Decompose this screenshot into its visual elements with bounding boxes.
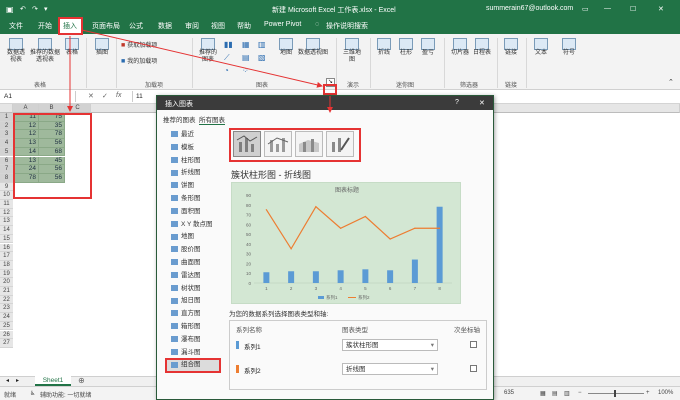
annotation-arrows [67,29,333,113]
arrow-insert-to-dialog-launcher [81,29,323,88]
